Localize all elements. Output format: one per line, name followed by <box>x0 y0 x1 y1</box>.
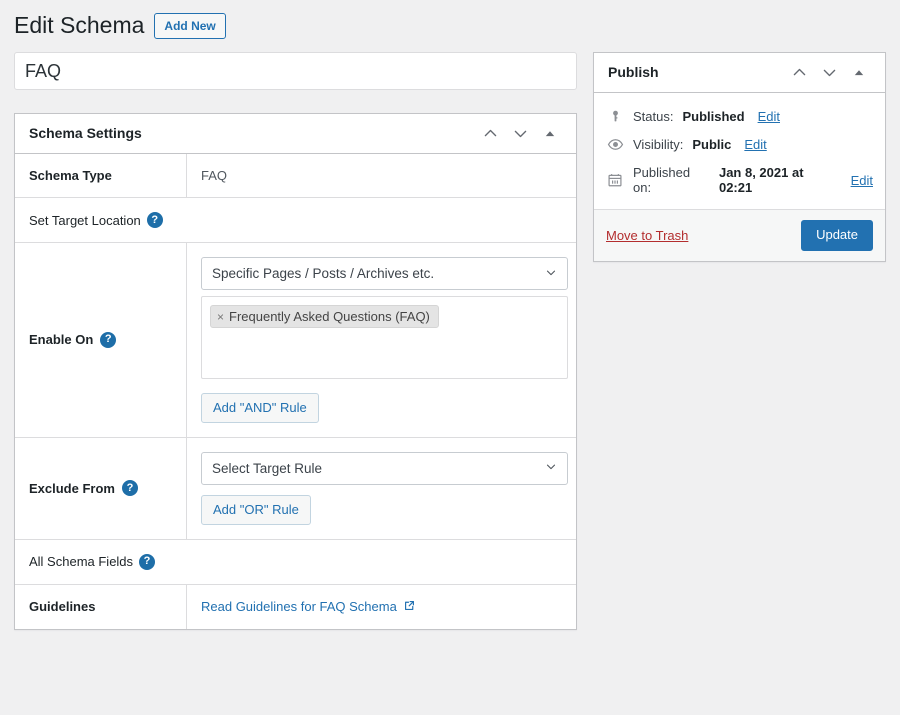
publish-panel-actions <box>785 59 873 87</box>
schema-settings-title: Schema Settings <box>29 124 142 141</box>
set-target-location-heading: Set Target Location ? <box>29 212 562 228</box>
chevron-down-icon <box>544 265 558 282</box>
publish-status-edit-link[interactable]: Edit <box>758 109 780 124</box>
move-to-trash-link[interactable]: Move to Trash <box>606 228 688 243</box>
publish-visibility-prefix: Visibility: <box>633 137 684 152</box>
publish-status-row: Status: Published Edit <box>606 103 873 130</box>
help-icon[interactable]: ? <box>121 480 138 497</box>
publish-footer: Move to Trash Update <box>594 209 885 261</box>
publish-panel: Publish Status: Published Edit Visibilit… <box>593 52 886 262</box>
publish-title: Publish <box>608 63 659 80</box>
update-button[interactable]: Update <box>801 220 873 251</box>
external-link-icon <box>403 599 416 615</box>
table-row-set-target-location: Set Target Location ? <box>15 197 576 243</box>
enable-on-token-input[interactable]: × Frequently Asked Questions (FAQ) <box>201 296 568 379</box>
page-header: Edit Schema Add New <box>14 0 886 46</box>
publish-date-prefix: Published on: <box>633 165 691 195</box>
calendar-icon <box>606 172 624 188</box>
all-schema-fields-heading: All Schema Fields ? <box>29 553 562 570</box>
schema-title-input[interactable] <box>14 52 577 90</box>
all-schema-fields-label: All Schema Fields <box>29 554 134 570</box>
set-target-location-label: Set Target Location <box>29 212 141 228</box>
content-columns: Schema Settings <box>14 52 886 630</box>
admin-page: Edit Schema Add New Schema Settings <box>0 0 900 715</box>
move-down-icon[interactable] <box>815 59 843 87</box>
table-row-exclude-from: Exclude From ? Select Target Rule Add "O… <box>15 437 576 540</box>
publish-header: Publish <box>594 53 885 93</box>
exclude-from-controls: Select Target Rule Add "OR" Rule <box>186 437 576 540</box>
guidelines-link[interactable]: Read Guidelines for FAQ Schema <box>201 599 416 615</box>
guidelines-value-cell: Read Guidelines for FAQ Schema <box>187 584 577 629</box>
schema-settings-panel: Schema Settings Schema Type FAQ Set Targ… <box>14 113 577 630</box>
publish-date-edit-link[interactable]: Edit <box>851 173 873 188</box>
publish-visibility-row: Visibility: Public Edit <box>606 130 873 159</box>
publish-body: Status: Published Edit Visibility: Publi… <box>594 93 885 209</box>
add-or-rule-button[interactable]: Add "OR" Rule <box>201 494 311 525</box>
sidebar-column: Publish Status: Published Edit Visibilit… <box>593 52 886 262</box>
publish-visibility-value: Public <box>692 137 732 152</box>
publish-date-value: Jan 8, 2021 at 02:21 <box>718 165 804 195</box>
token-item[interactable]: × Frequently Asked Questions (FAQ) <box>210 305 439 328</box>
move-up-icon[interactable] <box>476 120 504 148</box>
all-schema-fields-cell: All Schema Fields ? <box>15 539 576 585</box>
toggle-panel-icon[interactable] <box>845 59 873 87</box>
help-icon[interactable]: ? <box>146 212 163 228</box>
publish-visibility-edit-link[interactable]: Edit <box>744 137 766 152</box>
main-column: Schema Settings <box>14 52 577 630</box>
chevron-down-icon <box>544 460 558 477</box>
exclude-from-label-cell: Exclude From ? <box>15 437 187 540</box>
enable-on-label-inline: Enable On ? <box>29 331 172 348</box>
enable-on-target-select[interactable]: Specific Pages / Posts / Archives etc. <box>201 257 568 290</box>
enable-on-label: Enable On <box>29 332 94 348</box>
panel-actions <box>476 120 564 148</box>
guidelines-label: Guidelines <box>15 584 187 629</box>
post-status-icon <box>606 109 624 124</box>
table-row-all-schema-fields: All Schema Fields ? <box>15 539 576 585</box>
publish-status-value: Published <box>682 109 745 124</box>
publish-status-prefix: Status: <box>633 109 674 124</box>
enable-on-target-select-value: Specific Pages / Posts / Archives etc. <box>212 266 435 281</box>
move-up-icon[interactable] <box>785 59 813 87</box>
schema-settings-table: Schema Type FAQ Set Target Location ? En… <box>15 154 576 629</box>
guidelines-link-text: Read Guidelines for FAQ Schema <box>201 599 397 615</box>
schema-type-label: Schema Type <box>15 154 187 198</box>
add-new-button[interactable]: Add New <box>154 12 226 40</box>
page-title: Edit Schema <box>14 12 145 39</box>
help-icon[interactable]: ? <box>100 331 117 348</box>
schema-type-value: FAQ <box>186 154 576 198</box>
table-row-enable-on: Enable On ? Specific Pages / Posts / Arc… <box>15 242 576 438</box>
table-row-schema-type: Schema Type FAQ <box>15 154 576 198</box>
eye-icon <box>606 136 624 153</box>
help-icon[interactable]: ? <box>139 553 156 570</box>
token-label: Frequently Asked Questions (FAQ) <box>229 309 430 324</box>
table-row-guidelines: Guidelines Read Guidelines for FAQ Schem… <box>15 584 576 629</box>
exclude-from-label-inline: Exclude From ? <box>29 480 172 497</box>
publish-date-row: Published on: Jan 8, 2021 at 02:21 Edit <box>606 159 873 201</box>
add-and-rule-button[interactable]: Add "AND" Rule <box>201 393 319 423</box>
set-target-location-cell: Set Target Location ? <box>15 197 576 243</box>
move-down-icon[interactable] <box>506 120 534 148</box>
token-remove-icon[interactable]: × <box>217 311 224 323</box>
exclude-from-target-select[interactable]: Select Target Rule <box>201 451 568 485</box>
exclude-from-label: Exclude From <box>29 480 115 496</box>
enable-on-controls: Specific Pages / Posts / Archives etc. ×… <box>186 242 576 438</box>
toggle-panel-icon[interactable] <box>536 120 564 148</box>
exclude-from-target-select-value: Select Target Rule <box>212 460 323 476</box>
schema-settings-header: Schema Settings <box>15 114 576 154</box>
enable-on-label-cell: Enable On ? <box>15 242 187 438</box>
